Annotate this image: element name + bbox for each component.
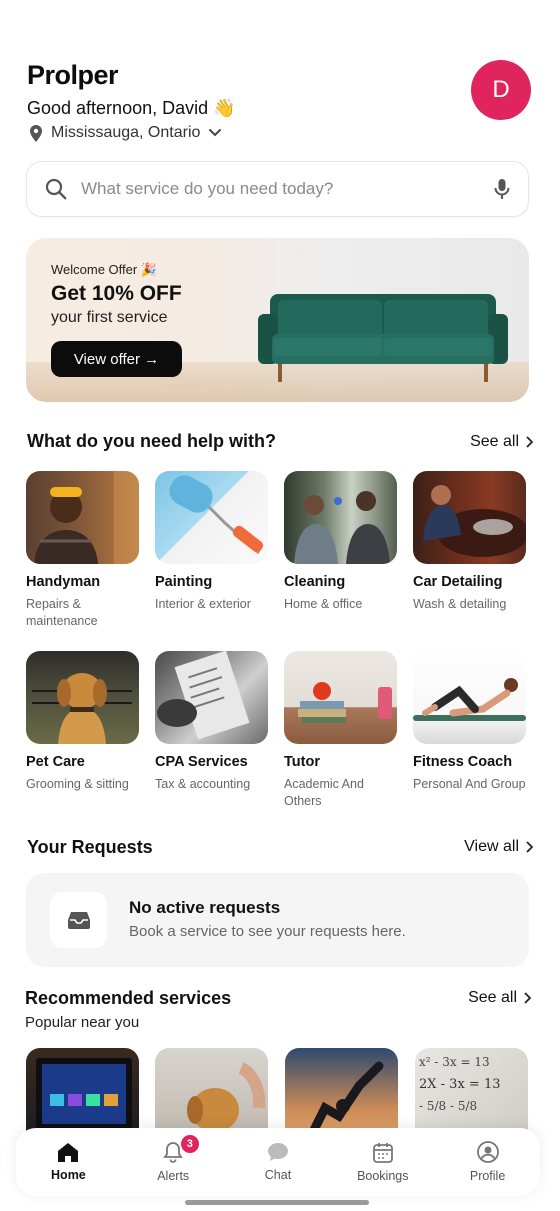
empty-requests-subtitle: Book a service to see your requests here… — [129, 923, 406, 940]
category-name: Painting — [155, 574, 213, 590]
banner-subtitle: your first service — [51, 309, 168, 326]
category-name: Handyman — [26, 574, 101, 590]
search-bar[interactable]: What service do you need today? — [26, 161, 529, 217]
category-name: Car Detailing — [413, 574, 503, 590]
fitness-coach-image — [413, 651, 526, 744]
greeting: Good afternoon, David 👋 — [27, 98, 236, 118]
calendar-icon — [372, 1142, 393, 1163]
category-name: Fitness Coach — [413, 754, 513, 770]
chat-icon — [267, 1143, 288, 1161]
requests-empty-card: No active requests Book a service to see… — [26, 873, 529, 967]
category-fitness-coach[interactable]: Fitness Coach Personal And Group — [413, 651, 528, 793]
category-desc: Grooming & sitting — [26, 777, 129, 791]
category-desc: Interior & exterior — [155, 597, 251, 611]
see-all-label: See all — [470, 433, 519, 450]
search-input[interactable]: What service do you need today? — [81, 179, 494, 199]
search-icon — [45, 178, 67, 200]
category-tutor[interactable]: Tutor Academic And Others — [284, 651, 399, 810]
header: Prolper Good afternoon, David 👋 Mississa… — [27, 60, 533, 150]
view-all-requests-link[interactable]: View all — [464, 838, 533, 856]
sofa-image — [258, 294, 508, 382]
category-desc: Personal And Group — [413, 777, 526, 791]
svg-text:2X - 3x = 13: 2X - 3x = 13 — [419, 1077, 501, 1092]
chevron-right-icon — [526, 841, 533, 853]
see-all-categories-link[interactable]: See all — [470, 433, 533, 451]
svg-text:- 5/8 - 5/8: - 5/8 - 5/8 — [419, 1099, 477, 1113]
help-section-title: What do you need help with? — [27, 431, 276, 451]
microphone-icon[interactable] — [494, 178, 510, 200]
category-desc: Wash & detailing — [413, 597, 507, 611]
inbox-icon — [67, 912, 90, 929]
category-desc: Repairs & maintenance — [26, 597, 98, 628]
view-offer-button[interactable]: View offer → — [51, 341, 182, 377]
see-all-label: See all — [468, 989, 517, 1006]
tab-label: Alerts — [157, 1169, 190, 1183]
category-cleaning[interactable]: Cleaning Home & office — [284, 471, 399, 613]
pet-care-image — [26, 651, 139, 744]
category-name: Pet Care — [26, 754, 85, 770]
category-desc: Home & office — [284, 597, 363, 611]
tab-chat[interactable]: Chat — [226, 1128, 331, 1196]
category-name: Tutor — [284, 754, 320, 770]
empty-requests-title: No active requests — [129, 898, 281, 917]
category-cpa-services[interactable]: CPA Services Tax & accounting — [155, 651, 270, 793]
svg-text:x² - 3x = 13: x² - 3x = 13 — [419, 1055, 490, 1069]
tab-label: Bookings — [357, 1168, 409, 1183]
car-detailing-image — [413, 471, 526, 564]
location-selector[interactable]: Mississauga, Ontario — [29, 124, 222, 142]
category-painting[interactable]: Painting Interior & exterior — [155, 471, 270, 613]
tab-label: Profile — [469, 1169, 506, 1183]
home-indicator — [185, 1200, 369, 1205]
category-name: CPA Services — [155, 754, 248, 770]
see-all-recommended-link[interactable]: See all — [468, 989, 531, 1007]
category-handyman[interactable]: Handyman Repairs & maintenance — [26, 471, 141, 630]
tab-label: Home — [51, 1168, 86, 1182]
bottom-tab-bar: Home 3 Alerts Chat Bookings Profile — [16, 1128, 540, 1196]
location-label: Mississauga, Ontario — [51, 124, 201, 141]
welcome-offer-banner[interactable]: Welcome Offer 🎉 Get 10% OFF your first s… — [26, 238, 529, 402]
alerts-badge: 3 — [180, 1135, 199, 1153]
category-car-detailing[interactable]: Car Detailing Wash & detailing — [413, 471, 528, 613]
category-desc: Tax & accounting — [155, 777, 251, 791]
requests-section-title: Your Requests — [27, 837, 153, 857]
inbox-icon-box — [50, 892, 107, 948]
location-pin-icon — [30, 124, 42, 142]
tutor-image — [284, 651, 397, 744]
category-pet-care[interactable]: Pet Care Grooming & sitting — [26, 651, 141, 793]
view-all-label: View all — [464, 838, 519, 855]
cpa-services-image — [155, 651, 268, 744]
category-desc: Academic And Others — [284, 777, 364, 808]
home-icon — [58, 1143, 79, 1162]
brand-logo: Prolper — [27, 60, 119, 90]
avatar[interactable]: D — [471, 60, 531, 120]
handyman-image — [26, 471, 139, 564]
chevron-down-icon — [209, 129, 222, 137]
recommended-subtitle: Popular near you — [25, 1014, 140, 1031]
painting-image — [155, 471, 268, 564]
cleaning-image — [284, 471, 397, 564]
tab-label: Chat — [264, 1168, 292, 1182]
tab-profile[interactable]: Profile — [435, 1128, 540, 1196]
profile-icon — [476, 1141, 499, 1163]
banner-title: Get 10% OFF — [51, 282, 182, 305]
chevron-right-icon — [524, 992, 531, 1004]
chevron-right-icon — [526, 436, 533, 448]
banner-kicker: Welcome Offer 🎉 — [51, 262, 158, 277]
tab-home[interactable]: Home — [16, 1128, 121, 1196]
category-name: Cleaning — [284, 574, 346, 590]
tab-bookings[interactable]: Bookings — [330, 1128, 435, 1196]
recommended-section-title: Recommended services — [25, 988, 232, 1008]
tab-alerts[interactable]: 3 Alerts — [121, 1128, 226, 1196]
